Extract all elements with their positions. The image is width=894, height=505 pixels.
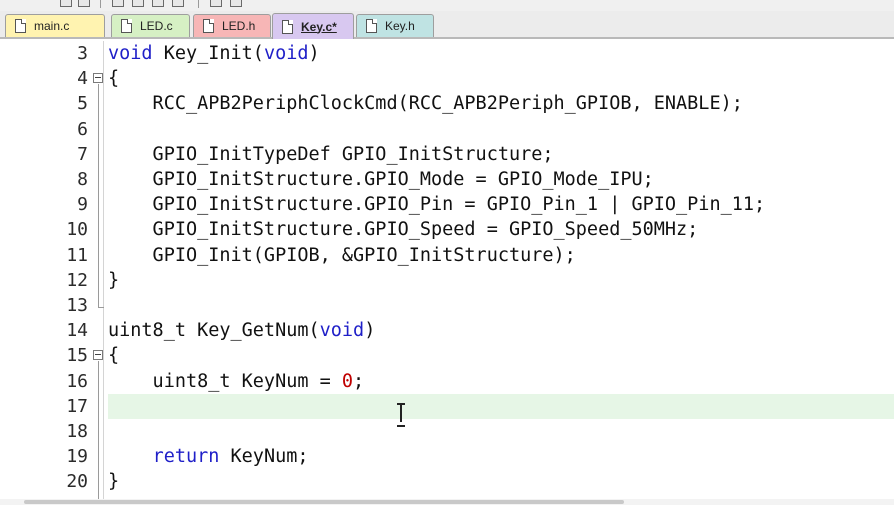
code-text: GPIO_InitStructure.GPIO_Mode = GPIO_Mode… (108, 169, 654, 190)
file-icon (15, 19, 26, 33)
toolbar-button-icon[interactable] (210, 0, 222, 7)
code-line[interactable]: 9 GPIO_InitStructure.GPIO_Pin = GPIO_Pin… (0, 192, 894, 217)
line-number: 19 (66, 446, 88, 468)
horizontal-scrollbar[interactable] (0, 499, 894, 505)
fold-guide (98, 361, 99, 505)
line-number: 11 (66, 244, 88, 266)
file-icon (203, 19, 214, 33)
code-line[interactable]: 8 GPIO_InitStructure.GPIO_Mode = GPIO_Mo… (0, 167, 894, 192)
line-number: 20 (66, 471, 88, 493)
code-text: { (108, 345, 120, 367)
code-text: void Key_Init(void) (108, 43, 320, 64)
code-text: uint8_t Key_GetNum(void) (108, 320, 376, 342)
code-line[interactable]: 16 uint8_t KeyNum = 0; (0, 369, 894, 394)
code-text: { (108, 68, 120, 90)
line-number: 4 (77, 68, 88, 90)
text-cursor-icon (394, 402, 408, 427)
tab-label: Key.h (385, 19, 415, 33)
code-line[interactable]: 3 void Key_Init(void) (0, 41, 894, 66)
file-icon (282, 19, 293, 34)
fold-collapse-icon[interactable] (93, 73, 103, 84)
fold-collapse-icon[interactable] (93, 350, 103, 361)
code-line[interactable]: 17 (66, 393, 894, 419)
code-line[interactable]: 13 (0, 293, 894, 318)
code-line[interactable]: 10 GPIO_InitStructure.GPIO_Speed = GPIO_… (0, 217, 894, 242)
code-line[interactable]: 11 GPIO_Init(GPIOB, &GPIO_InitStructure)… (0, 243, 894, 268)
line-number: 7 (77, 143, 88, 165)
line-number: 8 (77, 169, 88, 190)
code-line[interactable]: 20} (0, 469, 894, 494)
toolbar-button-icon[interactable] (112, 0, 124, 7)
toolbar-separator (100, 0, 101, 8)
code-line[interactable]: 19 return KeyNum; (0, 444, 894, 469)
code-text: uint8_t KeyNum = 0; (108, 370, 365, 392)
tab-led-c[interactable]: LED.c (111, 14, 190, 37)
line-number: 3 (77, 43, 88, 64)
code-line[interactable]: 14 uint8_t Key_GetNum(void) (0, 318, 894, 343)
code-text: } (108, 471, 120, 493)
code-line[interactable]: 15 { (0, 343, 894, 368)
line-number: 13 (66, 295, 88, 316)
code-text: GPIO_InitStructure.GPIO_Pin = GPIO_Pin_1… (108, 194, 766, 216)
tab-label: LED.c (140, 19, 173, 33)
toolbar-button-icon[interactable] (152, 0, 164, 7)
code-line[interactable]: 18 (0, 419, 894, 444)
tab-label: LED.h (222, 19, 256, 33)
line-number: 16 (66, 370, 88, 392)
toolbar-separator (198, 0, 199, 8)
tab-label: main.c (34, 19, 70, 33)
toolbar-button-icon[interactable] (172, 0, 184, 7)
file-icon (366, 19, 377, 33)
code-text: RCC_APB2PeriphClockCmd(RCC_APB2Periph_GP… (108, 93, 743, 115)
file-icon (121, 19, 132, 33)
fold-end-marker (98, 307, 104, 308)
file-tab-bar: main.c LED.c LED.h Key.c* Key.h (0, 11, 894, 39)
tab-led-h[interactable]: LED.h (193, 14, 271, 37)
toolbar-button-icon[interactable] (230, 0, 242, 7)
code-text: GPIO_InitStructure.GPIO_Speed = GPIO_Spe… (108, 219, 699, 241)
toolbar-button-icon[interactable] (132, 0, 144, 7)
line-number: 6 (77, 118, 88, 140)
code-line[interactable]: 6 (0, 117, 894, 142)
line-number: 9 (77, 194, 88, 216)
line-number: 18 (66, 421, 88, 442)
toolbar-button-icon[interactable] (78, 0, 90, 7)
code-editor[interactable]: 3 void Key_Init(void) 4{5 RCC_APB2PeriphCl… (0, 41, 894, 505)
tab-label: Key.c* (301, 19, 337, 34)
line-number: 12 (66, 269, 88, 291)
toolbar (0, 0, 894, 11)
code-text: GPIO_Init(GPIOB, &GPIO_InitStructure); (108, 244, 576, 266)
code-line[interactable]: 12} (0, 268, 894, 293)
scrollbar-thumb[interactable] (24, 500, 624, 504)
code-text: return KeyNum; (152, 446, 309, 468)
line-number: 14 (66, 320, 88, 342)
toolbar-button-icon[interactable] (60, 0, 72, 7)
line-number: 5 (77, 93, 88, 115)
line-number: 17 (66, 395, 88, 417)
tab-main-c[interactable]: main.c (5, 14, 105, 37)
code-line[interactable]: 4{ (0, 66, 894, 91)
code-text: GPIO_InitTypeDef GPIO_InitStructure; (108, 143, 554, 165)
tab-key-c[interactable]: Key.c* (272, 13, 354, 39)
code-text: } (108, 269, 120, 291)
code-line[interactable]: 7 GPIO_InitTypeDef GPIO_InitStructure; (0, 142, 894, 167)
fold-guide (98, 84, 99, 307)
code-line[interactable]: 5 RCC_APB2PeriphClockCmd(RCC_APB2Periph_… (0, 91, 894, 116)
line-number: 15 (66, 345, 88, 367)
tab-key-h[interactable]: Key.h (356, 14, 434, 37)
line-number: 10 (66, 219, 88, 241)
